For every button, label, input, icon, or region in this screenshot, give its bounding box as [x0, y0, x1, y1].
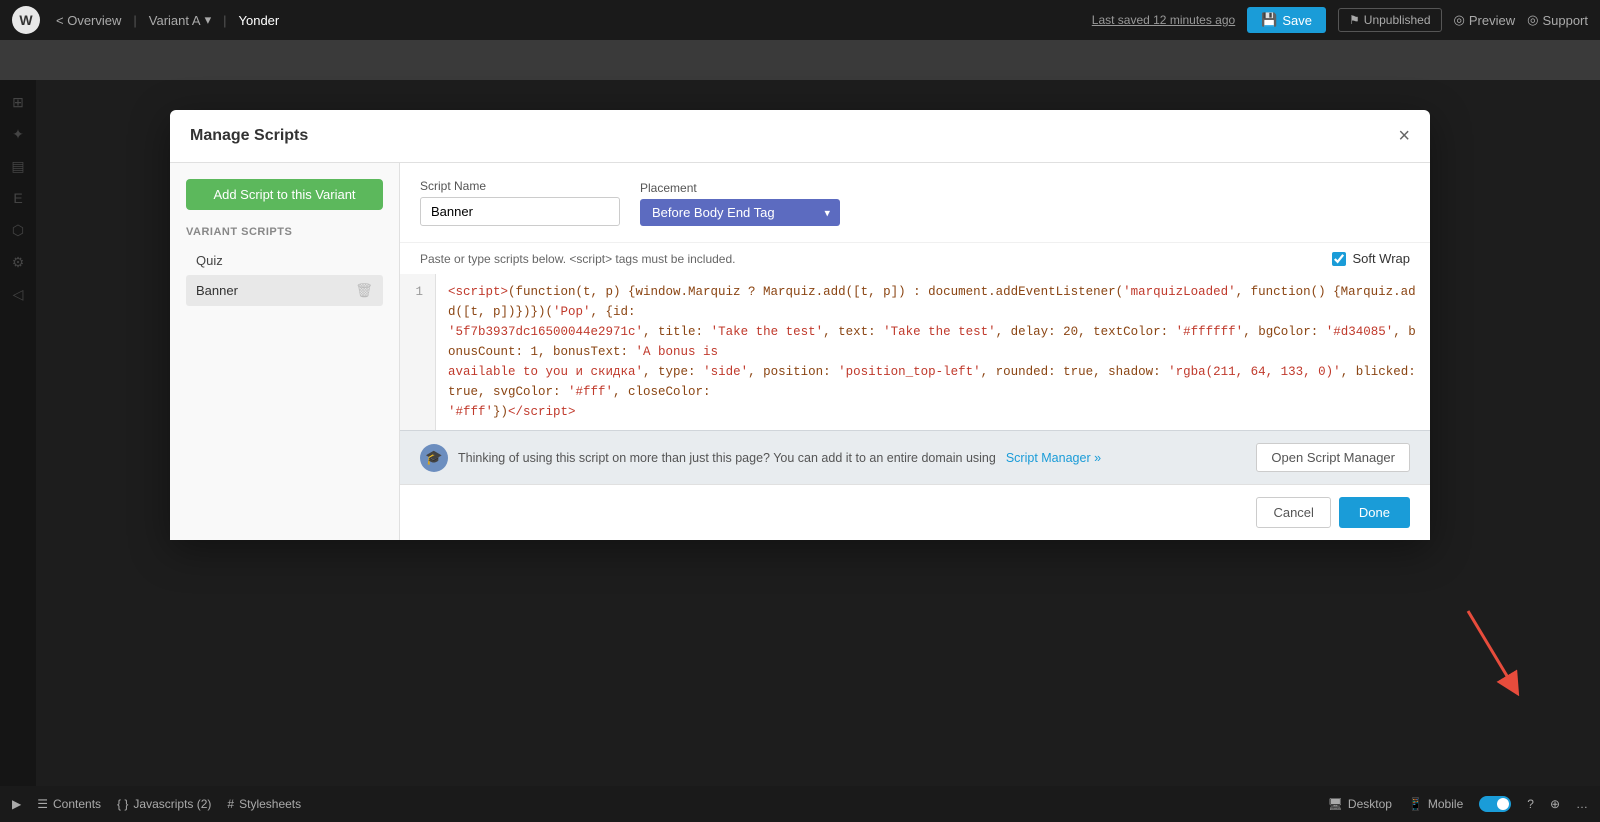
support-button[interactable]: ◎ Support — [1527, 12, 1588, 28]
modal-sidebar: Add Script to this Variant VARIANT SCRIP… — [170, 163, 400, 540]
eye-icon: ◎ — [1454, 12, 1465, 28]
preview-button[interactable]: ◎ Preview — [1454, 12, 1516, 28]
footer-graduation-icon: 🎓 — [420, 444, 448, 472]
save-button[interactable]: 💾 Save — [1247, 7, 1326, 33]
script-name-group: Script Name — [420, 179, 620, 226]
open-script-manager-button[interactable]: Open Script Manager — [1256, 443, 1410, 472]
bottom-bar-javascripts[interactable]: { } Javascripts (2) — [117, 797, 211, 811]
bottom-bar-expand[interactable]: ▶ — [12, 797, 21, 811]
contents-icon: ☰ — [37, 797, 48, 811]
footer-info-left: 🎓 Thinking of using this script on more … — [420, 444, 1101, 472]
script-list-item-banner[interactable]: Banner 🗑 — [186, 275, 383, 306]
line-numbers: 1 — [400, 274, 436, 430]
soft-wrap-label[interactable]: Soft Wrap — [1332, 251, 1410, 266]
modal-body: Add Script to this Variant VARIANT SCRIP… — [170, 163, 1430, 540]
js-icon: { } — [117, 797, 128, 811]
bottom-bar-zoom[interactable]: ⊕ — [1550, 797, 1560, 811]
script-name-label: Script Name — [420, 179, 620, 193]
css-icon: # — [227, 797, 234, 811]
nav-sep2: | — [223, 13, 226, 28]
script-hint-row: Paste or type scripts below. <script> ta… — [400, 243, 1430, 274]
soft-wrap-text: Soft Wrap — [1352, 251, 1410, 266]
script-name-quiz: Quiz — [196, 253, 223, 268]
bottom-bar-mobile[interactable]: 📱 Mobile — [1408, 797, 1463, 811]
code-content[interactable]: <script>(function(t, p) {window.Marquiz … — [436, 274, 1430, 430]
soft-wrap-checkbox[interactable] — [1332, 252, 1346, 266]
red-arrow-indicator — [1458, 601, 1528, 701]
footer-info-text: Thinking of using this script on more th… — [458, 451, 996, 465]
last-saved: Last saved 12 minutes ago — [1092, 13, 1235, 27]
placement-select[interactable]: Before Body End Tag After Body Start Tag… — [640, 199, 840, 226]
add-script-button[interactable]: Add Script to this Variant — [186, 179, 383, 210]
code-editor[interactable]: 1 <script>(function(t, p) {window.Marqui… — [400, 274, 1430, 430]
desktop-icon: 🖥 — [1328, 797, 1343, 811]
script-list-item-quiz[interactable]: Quiz — [186, 246, 383, 275]
modal-overlay: Manage Scripts × Add Script to this Vari… — [0, 80, 1600, 786]
javascripts-label: Javascripts (2) — [133, 797, 211, 811]
variant-scripts-label: VARIANT SCRIPTS — [186, 226, 383, 238]
done-button[interactable]: Done — [1339, 497, 1410, 528]
modal-main: Script Name Placement Before Body End Ta… — [400, 163, 1430, 540]
placement-label: Placement — [640, 181, 840, 195]
modal-close-button[interactable]: × — [1398, 126, 1410, 146]
nav-sep1: | — [133, 13, 136, 28]
modal-actions: Cancel Done — [400, 484, 1430, 540]
bottom-bar-stylesheets[interactable]: # Stylesheets — [227, 797, 301, 811]
delete-banner-icon[interactable]: 🗑 — [355, 282, 373, 299]
top-bar: W < Overview | Variant A ▾ | Yonder Last… — [0, 0, 1600, 40]
script-name-input[interactable] — [420, 197, 620, 226]
nav-current: Yonder — [231, 9, 288, 32]
placement-group: Placement Before Body End Tag After Body… — [640, 181, 840, 226]
unpublished-button[interactable]: ⚑ Unpublished — [1338, 8, 1441, 32]
cancel-button[interactable]: Cancel — [1256, 497, 1330, 528]
help-icon: ◎ — [1527, 12, 1538, 28]
top-bar-right: Last saved 12 minutes ago 💾 Save ⚑ Unpub… — [1092, 7, 1588, 33]
code-editor-wrapper: 1 <script>(function(t, p) {window.Marqui… — [400, 274, 1430, 430]
logo-text: W — [19, 12, 32, 28]
script-name-banner: Banner — [196, 283, 238, 298]
mobile-label: Mobile — [1428, 797, 1463, 811]
top-nav: < Overview | Variant A ▾ | Yonder — [48, 8, 287, 32]
logo: W — [12, 6, 40, 34]
stylesheets-label: Stylesheets — [239, 797, 301, 811]
nav-variant[interactable]: Variant A ▾ — [141, 8, 219, 32]
modal-header: Manage Scripts × — [170, 110, 1430, 163]
contents-label: Contents — [53, 797, 101, 811]
bottom-bar: ▶ ☰ Contents { } Javascripts (2) # Style… — [0, 786, 1600, 822]
script-config: Script Name Placement Before Body End Ta… — [400, 163, 1430, 243]
bottom-bar-contents[interactable]: ☰ Contents — [37, 797, 101, 811]
nav-overview[interactable]: < Overview — [48, 9, 129, 32]
bottom-bar-desktop[interactable]: 🖥 Desktop — [1328, 797, 1392, 811]
hint-text: Paste or type scripts below. <script> ta… — [420, 252, 736, 266]
bottom-bar-more[interactable]: … — [1576, 797, 1588, 811]
footer-info-bar: 🎓 Thinking of using this script on more … — [400, 430, 1430, 484]
modal-title: Manage Scripts — [190, 127, 308, 145]
mobile-icon: 📱 — [1408, 797, 1423, 811]
editor-bg: ⊞ ✦ ▤ E ⬡ ⚙ ◁ Manage Scripts × Add Scrip… — [0, 40, 1600, 822]
view-toggle[interactable] — [1479, 796, 1511, 812]
script-manager-link[interactable]: Script Manager » — [1006, 451, 1101, 465]
placement-select-wrapper: Before Body End Tag After Body Start Tag… — [640, 199, 840, 226]
save-icon: 💾 — [1261, 12, 1277, 28]
bottom-bar-help[interactable]: ? — [1527, 797, 1534, 811]
bottom-bar-right: 🖥 Desktop 📱 Mobile ? ⊕ … — [1328, 796, 1588, 812]
flag-icon: ⚑ — [1349, 13, 1360, 27]
desktop-label: Desktop — [1348, 797, 1392, 811]
manage-scripts-modal: Manage Scripts × Add Script to this Vari… — [170, 110, 1430, 540]
